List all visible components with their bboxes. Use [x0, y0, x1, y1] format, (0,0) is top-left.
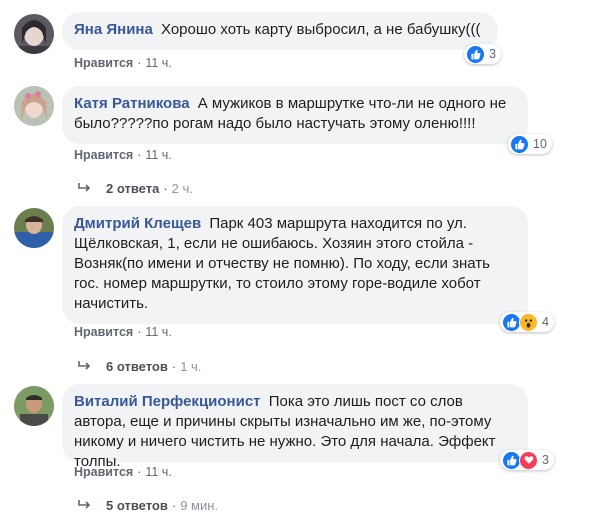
- wow-reaction-icon: [519, 312, 538, 332]
- reply-arrow-icon: [78, 498, 92, 513]
- reaction-summary[interactable]: 10: [508, 134, 552, 154]
- comment-bubble: Дмитрий Клещев Парк 403 маршрута находит…: [62, 206, 528, 324]
- avatar[interactable]: [14, 208, 54, 248]
- reaction-count: 3: [489, 47, 496, 61]
- replies-count[interactable]: 5 ответов: [106, 498, 168, 513]
- comment-bubble: Катя Ратникова А мужиков в маршрутке что…: [62, 86, 528, 144]
- love-reaction-icon: [519, 450, 538, 470]
- like-link[interactable]: Нравится: [74, 148, 133, 162]
- comment-text: Хорошо хоть карту выбросил, а не бабушку…: [161, 21, 481, 38]
- replies-time: 9 мин.: [180, 498, 219, 513]
- separator-dot: ·: [163, 181, 168, 196]
- reaction-summary[interactable]: 4: [500, 312, 554, 332]
- reaction-count: 4: [542, 315, 549, 329]
- like-reaction-icon: [510, 134, 529, 154]
- view-replies-link[interactable]: 6 ответов · 1 ч.: [78, 359, 201, 374]
- comment-meta: Нравится · 11 ч.: [74, 56, 172, 70]
- author-name[interactable]: Катя Ратникова: [74, 95, 190, 112]
- avatar[interactable]: [14, 86, 54, 126]
- view-replies-link[interactable]: 2 ответа · 2 ч.: [78, 181, 193, 196]
- reaction-summary[interactable]: 3: [500, 450, 554, 470]
- like-link[interactable]: Нравится: [74, 56, 133, 70]
- separator-dot: ·: [171, 498, 177, 513]
- reply-arrow-icon: [78, 359, 92, 374]
- replies-time: 1 ч.: [180, 359, 202, 374]
- reaction-count: 10: [533, 137, 547, 151]
- reaction-count: 3: [542, 453, 549, 467]
- comment-bubble: Яна Янина Хорошо хоть карту выбросил, а …: [62, 12, 498, 50]
- replies-count[interactable]: 6 ответов: [106, 359, 168, 374]
- separator-dot: ·: [137, 465, 142, 479]
- like-link[interactable]: Нравится: [74, 465, 133, 479]
- avatar[interactable]: [14, 386, 54, 426]
- comment-meta: Нравится · 11 ч.: [74, 148, 172, 162]
- separator-dot: ·: [137, 325, 142, 339]
- separator-dot: ·: [137, 148, 142, 162]
- comment-meta: Нравится · 11 ч.: [74, 325, 172, 339]
- author-name[interactable]: Виталий Перфекционист: [74, 393, 261, 410]
- like-reaction-icon: [466, 44, 485, 64]
- reply-arrow-icon: [78, 181, 92, 196]
- separator-dot: ·: [137, 56, 142, 70]
- reaction-summary[interactable]: 3: [464, 44, 501, 64]
- comment-time[interactable]: 11 ч.: [145, 56, 171, 70]
- comment-time[interactable]: 11 ч.: [145, 325, 171, 339]
- replies-count[interactable]: 2 ответа: [106, 181, 159, 196]
- author-name[interactable]: Дмитрий Клещев: [74, 215, 201, 232]
- comment-time[interactable]: 11 ч.: [145, 148, 171, 162]
- author-name[interactable]: Яна Янина: [74, 21, 153, 38]
- view-replies-link[interactable]: 5 ответов · 9 мин.: [78, 498, 218, 513]
- separator-dot: ·: [171, 359, 177, 374]
- like-link[interactable]: Нравится: [74, 325, 133, 339]
- avatar[interactable]: [14, 14, 54, 54]
- comment-time[interactable]: 11 ч.: [145, 465, 171, 479]
- comment-meta: Нравится · 11 ч.: [74, 465, 172, 479]
- comment-bubble: Виталий Перфекционист Пока это лишь пост…: [62, 384, 528, 470]
- replies-time: 2 ч.: [171, 181, 193, 196]
